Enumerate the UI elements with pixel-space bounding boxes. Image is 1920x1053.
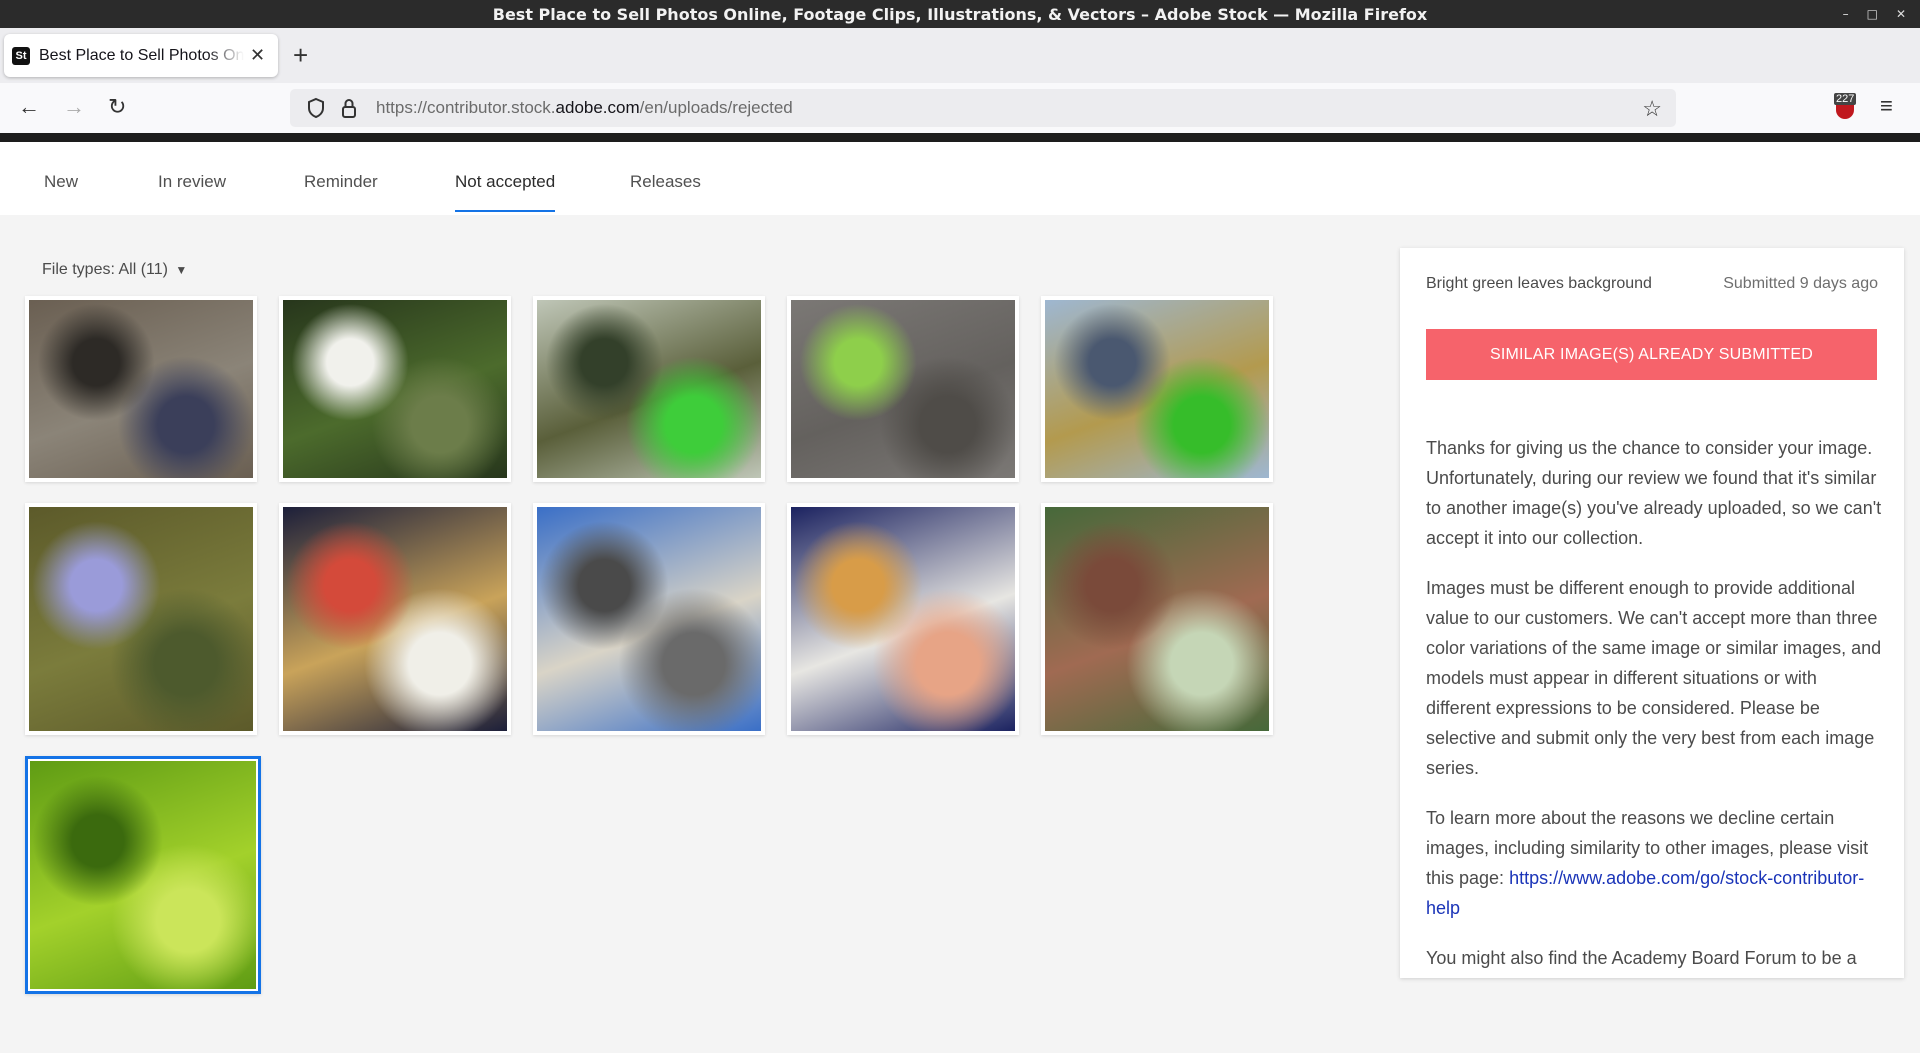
- image-title: Bright green leaves background: [1426, 275, 1652, 292]
- thumb-leaf-on-asphalt: [791, 300, 1015, 478]
- uploads-tabs: New In review Reminder Not accepted Rele…: [0, 142, 1920, 215]
- forward-arrow-icon[interactable]: →: [63, 95, 85, 119]
- tab-title: Best Place to Sell Photos Online, Footag…: [39, 46, 244, 64]
- maximize-icon[interactable]: □: [1867, 7, 1878, 21]
- close-window-icon[interactable]: ✕: [1896, 7, 1906, 21]
- thumb-wood-pile: [1045, 507, 1269, 731]
- url-bar[interactable]: https://contributor.stock.adobe.com/en/u…: [290, 89, 1676, 127]
- minimize-icon[interactable]: –: [1843, 7, 1849, 21]
- adobe-stock-favicon-icon: St: [12, 46, 30, 65]
- thumbnail-item[interactable]: [279, 503, 511, 735]
- rejection-reason-banner: SIMILAR IMAGE(S) ALREADY SUBMITTED: [1426, 329, 1877, 380]
- thumbnail-item[interactable]: [25, 503, 257, 735]
- explanation-paragraph: Thanks for giving us the chance to consi…: [1426, 438, 1882, 548]
- thumbnail-item[interactable]: [533, 296, 765, 482]
- thumb-boots-on-wood: [29, 300, 253, 478]
- window-controls: – □ ✕: [1843, 0, 1906, 28]
- bookmark-star-icon[interactable]: ☆: [1642, 96, 1662, 122]
- close-tab-icon[interactable]: ✕: [250, 45, 265, 66]
- window-title: Best Place to Sell Photos Online, Footag…: [492, 4, 1428, 24]
- tab-in-review[interactable]: In review: [158, 172, 226, 192]
- back-arrow-icon[interactable]: ←: [18, 95, 40, 119]
- tab-not-accepted[interactable]: Not accepted: [455, 172, 556, 212]
- thumb-purple-flower: [29, 507, 253, 731]
- thumb-shrimp-crackers: [791, 507, 1015, 731]
- thumb-white-flowers: [283, 300, 507, 478]
- lock-icon: [342, 99, 356, 118]
- window-titlebar: Best Place to Sell Photos Online, Footag…: [0, 0, 1920, 28]
- tab-new[interactable]: New: [44, 172, 78, 192]
- thumb-kayak-dock: [537, 300, 761, 478]
- thumbnail-item[interactable]: [533, 503, 765, 735]
- thumb-food-plate: [283, 507, 507, 731]
- thumbnail-item[interactable]: [1041, 503, 1273, 735]
- thumb-green-leaves: [30, 761, 256, 989]
- browser-tabstrip: St Best Place to Sell Photos Online, Foo…: [0, 28, 1920, 83]
- thumbnail-item[interactable]: [1041, 296, 1273, 482]
- reload-icon[interactable]: ↻: [108, 95, 126, 119]
- rejection-details-panel: Bright green leaves background Submitted…: [1400, 248, 1904, 978]
- thumbnail-item-selected[interactable]: [25, 756, 261, 994]
- explanation-paragraph: You might also find the Academy Board Fo…: [1426, 948, 1857, 968]
- chevron-down-icon: ▼: [175, 263, 188, 277]
- tab-reminder[interactable]: Reminder: [304, 172, 378, 192]
- tab-releases[interactable]: Releases: [630, 172, 701, 192]
- thumbnail-item[interactable]: [279, 296, 511, 482]
- thumb-bridge-road: [537, 507, 761, 731]
- shield-icon[interactable]: [306, 97, 326, 119]
- new-tab-icon[interactable]: +: [293, 41, 308, 69]
- thumbnail-item[interactable]: [25, 296, 257, 482]
- extension-shield-icon[interactable]: 227: [1834, 93, 1857, 119]
- browser-tab[interactable]: St Best Place to Sell Photos Online, Foo…: [4, 34, 278, 77]
- rejection-explanation: Thanks for giving us the chance to consi…: [1426, 433, 1882, 978]
- thumbnail-item[interactable]: [787, 296, 1019, 482]
- submitted-date: Submitted 9 days ago: [1723, 275, 1878, 292]
- browser-navbar: ← → ↻ https://contributor.stock.adobe.co…: [0, 83, 1920, 133]
- explanation-paragraph: Images must be different enough to provi…: [1426, 578, 1882, 778]
- file-types-label: File types: All (11): [42, 261, 168, 278]
- extension-count-badge: 227: [1834, 93, 1857, 105]
- file-types-filter[interactable]: File types: All (11) ▼: [42, 261, 187, 279]
- thumb-kayak-river: [1045, 300, 1269, 478]
- explanation-paragraph: To learn more about the reasons we decli…: [1426, 808, 1869, 918]
- header-divider: [0, 133, 1920, 142]
- menu-icon[interactable]: ≡: [1880, 93, 1893, 119]
- thumbnail-item[interactable]: [787, 503, 1019, 735]
- url-text[interactable]: https://contributor.stock.adobe.com/en/u…: [376, 98, 793, 118]
